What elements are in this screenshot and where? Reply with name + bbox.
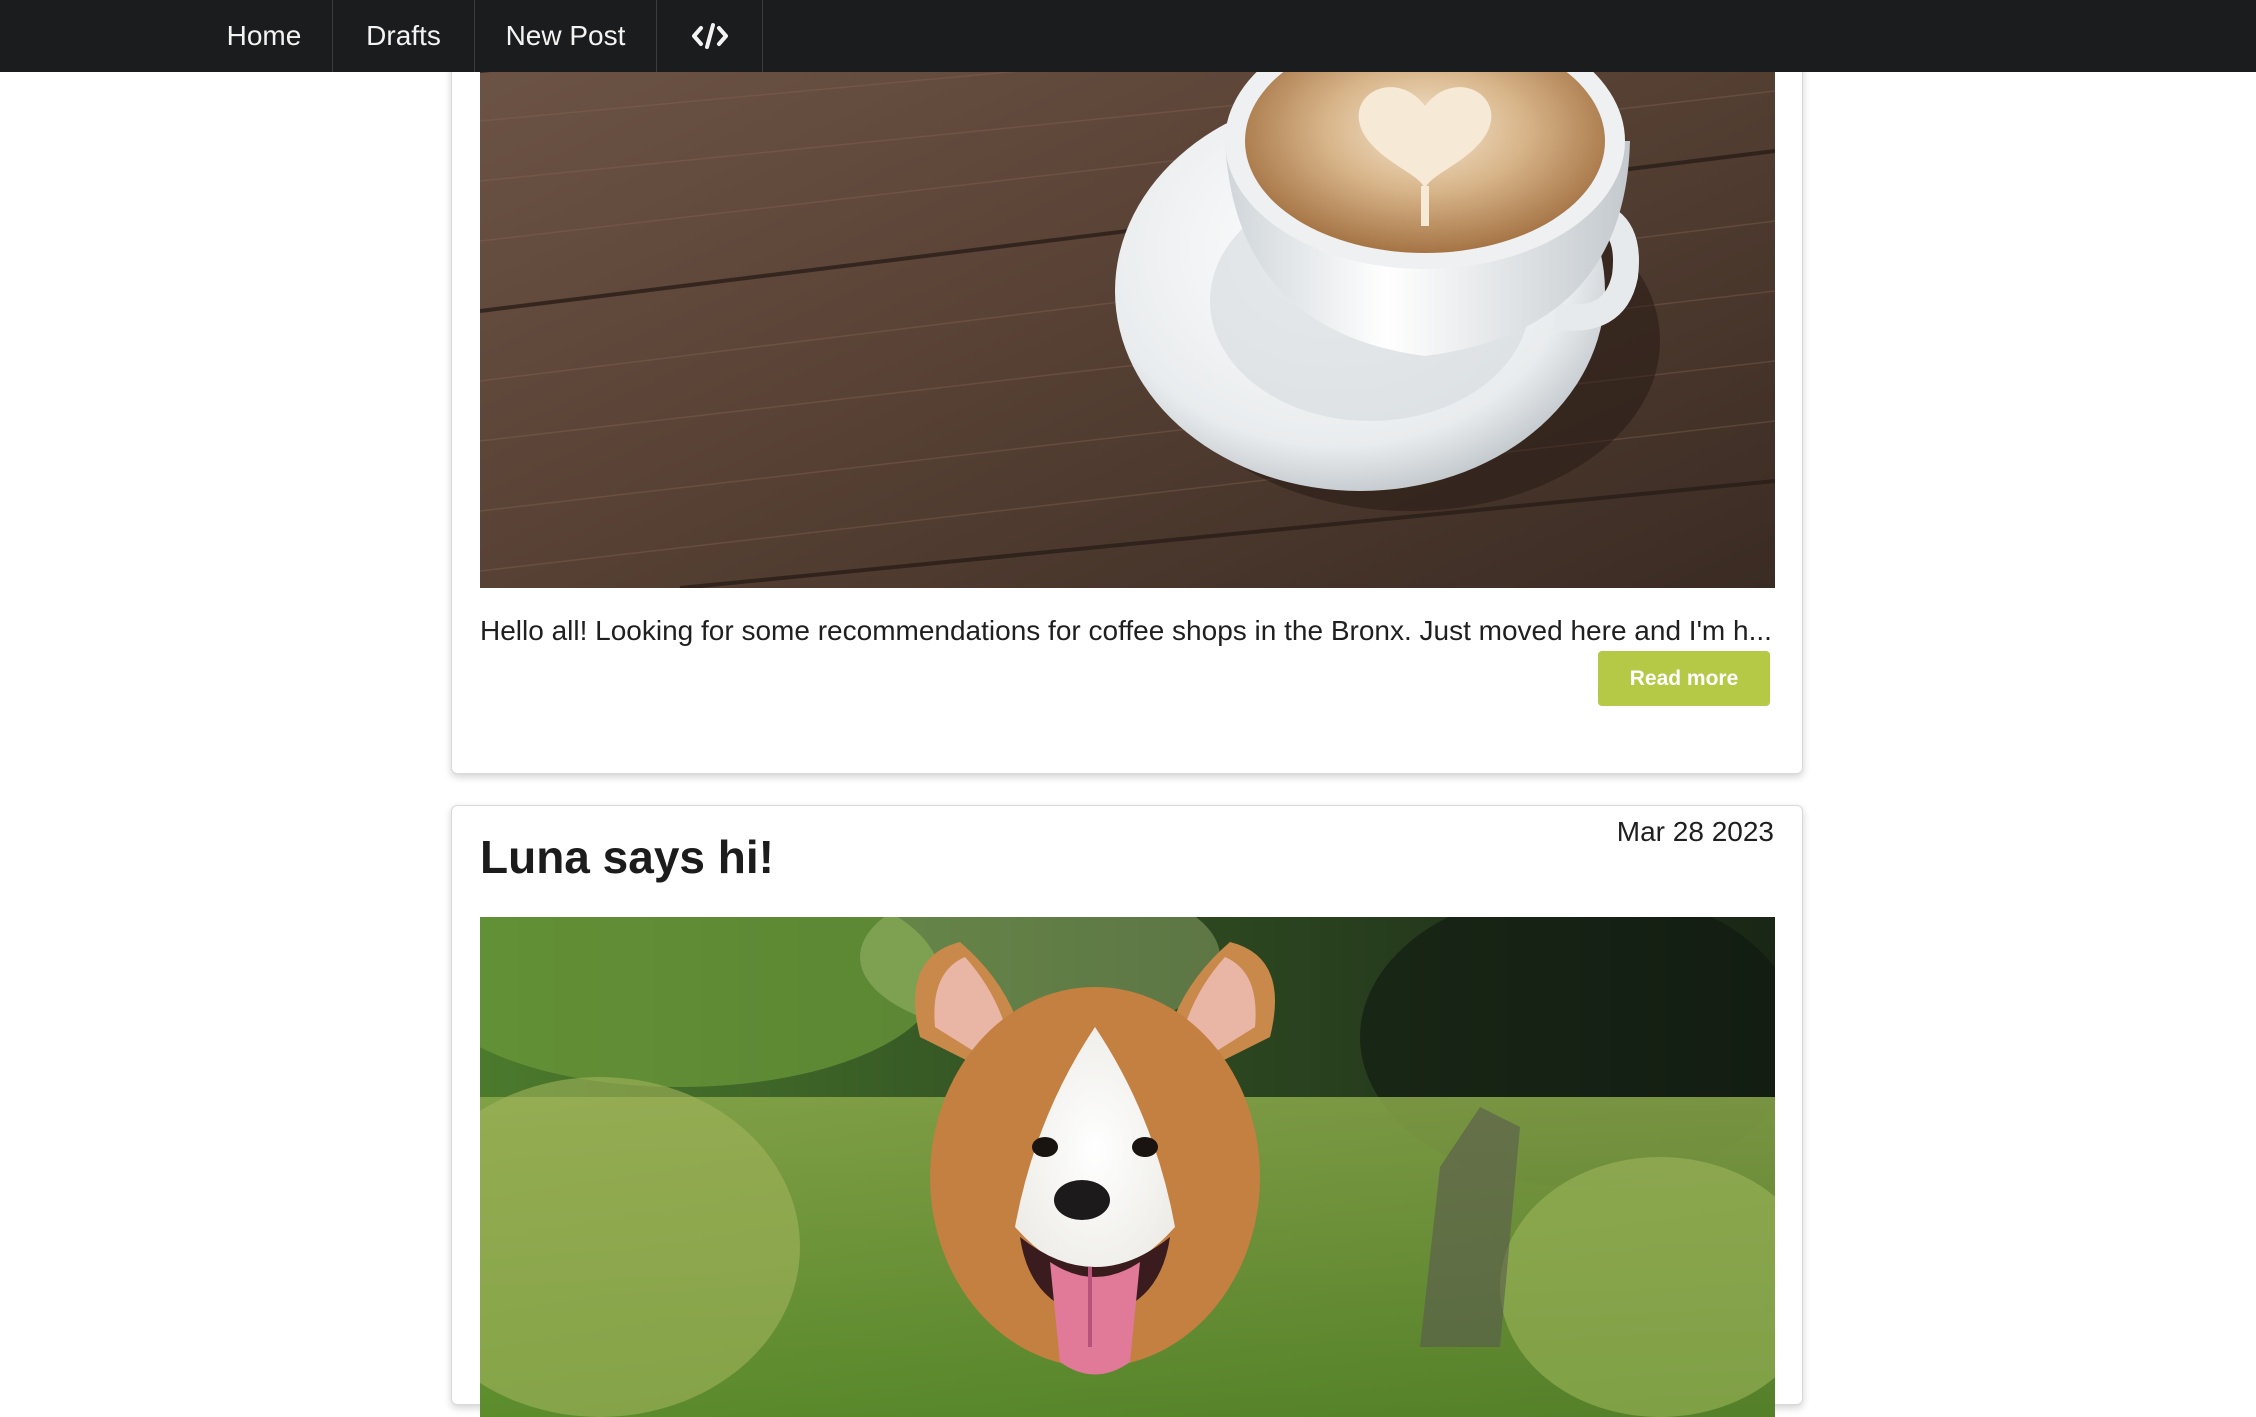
nav-home-link[interactable]: Home: [196, 0, 333, 72]
post-image-dog[interactable]: [480, 917, 1775, 1417]
post-date: Mar 28 2023: [1616, 816, 1774, 847]
coffee-photo: [480, 1, 1775, 588]
main-nav: Home Drafts New Post: [196, 0, 763, 72]
nav-new-post-link[interactable]: New Post: [475, 0, 657, 72]
nav-drafts-link[interactable]: Drafts: [333, 0, 475, 72]
post-card: Hello all! Looking for some recommendati…: [451, 0, 1803, 774]
post-image-coffee[interactable]: [480, 1, 1775, 588]
post-excerpt: Hello all! Looking for some recommendati…: [480, 615, 1772, 646]
post-card: Luna says hi! Mar 28 2023: [451, 805, 1803, 1417]
post-title[interactable]: Luna says hi!: [480, 830, 774, 884]
top-navbar: Home Drafts New Post: [0, 0, 2256, 72]
nav-code-link[interactable]: [657, 0, 763, 72]
corgi-photo: [480, 917, 1775, 1417]
code-brackets-icon: [691, 23, 728, 49]
read-more-button[interactable]: Read more: [1598, 651, 1770, 706]
